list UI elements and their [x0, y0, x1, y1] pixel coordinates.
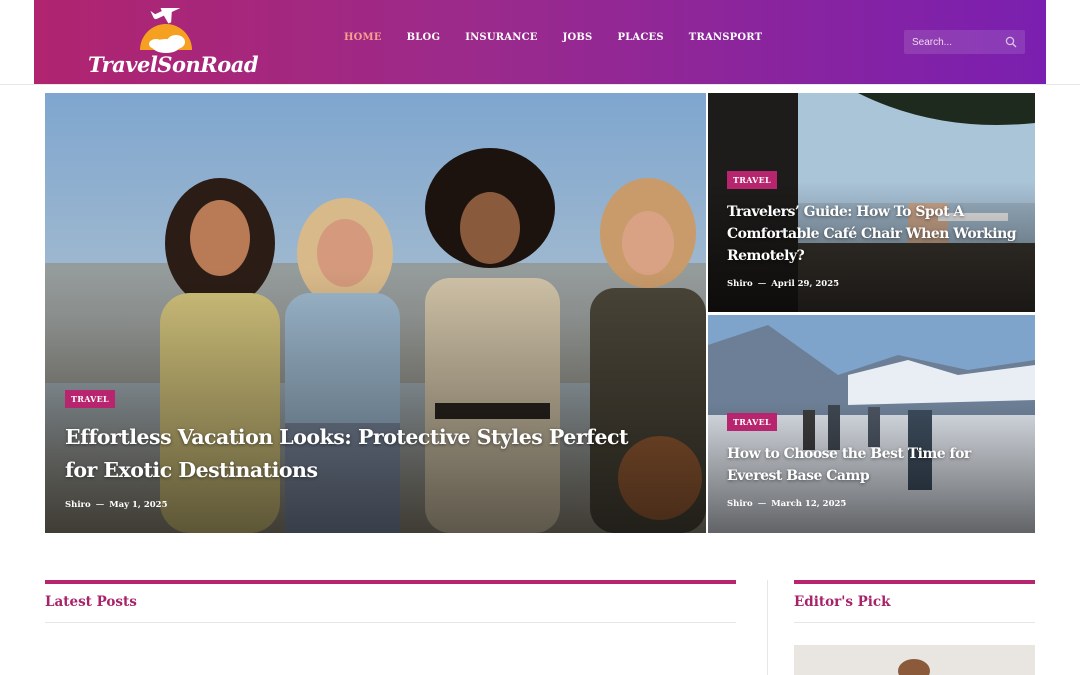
image-shade	[45, 269, 706, 533]
editors-pick-image[interactable]	[794, 645, 1035, 675]
header-bar: TravelSonRoad HOME BLOG INSURANCE JOBS P…	[34, 0, 1046, 84]
post-title[interactable]: Travelers’ Guide: How To Spot A Comforta…	[727, 201, 1027, 267]
category-badge[interactable]: TRAVEL	[727, 413, 777, 431]
site-header: TravelSonRoad HOME BLOG INSURANCE JOBS P…	[0, 0, 1080, 85]
post-title[interactable]: Effortless Vacation Looks: Protective St…	[65, 421, 665, 487]
search-input[interactable]	[912, 35, 1002, 49]
column-divider	[767, 580, 768, 675]
post-date: April 29, 2025	[771, 279, 840, 289]
post-meta: Shiro — May 1, 2025	[65, 500, 168, 510]
category-badge[interactable]: TRAVEL	[727, 171, 777, 189]
featured-post-side-bottom[interactable]: TRAVEL How to Choose the Best Time for E…	[708, 315, 1035, 533]
editors-pick-bar	[794, 580, 1035, 584]
post-date: May 1, 2025	[109, 500, 168, 510]
meta-separator: —	[757, 279, 767, 289]
meta-separator: —	[757, 499, 767, 509]
editors-pick-thumbnail	[794, 645, 1035, 675]
logo-text: TravelSonRoad	[88, 52, 259, 77]
nav-item-transport[interactable]: TRANSPORT	[689, 32, 762, 43]
divider	[794, 622, 1035, 623]
post-author[interactable]: Shiro	[65, 500, 91, 510]
post-meta: Shiro — April 29, 2025	[727, 279, 839, 289]
divider	[45, 622, 736, 623]
latest-posts-heading: Latest Posts	[45, 594, 137, 610]
featured-post-main[interactable]: TRAVEL Effortless Vacation Looks: Protec…	[45, 93, 706, 533]
editors-pick-heading: Editor's Pick	[794, 594, 891, 610]
post-date: March 12, 2025	[771, 499, 847, 509]
latest-posts-bar	[45, 580, 736, 584]
search-icon[interactable]	[1005, 36, 1017, 48]
nav-item-places[interactable]: PLACES	[617, 32, 663, 43]
nav-item-blog[interactable]: BLOG	[407, 32, 441, 43]
category-badge[interactable]: TRAVEL	[65, 390, 115, 408]
featured-post-side-top[interactable]: TRAVEL Travelers’ Guide: How To Spot A C…	[708, 93, 1035, 312]
nav-item-jobs[interactable]: JOBS	[563, 32, 593, 43]
main-nav: HOME BLOG INSURANCE JOBS PLACES TRANSPOR…	[344, 32, 787, 43]
nav-item-home[interactable]: HOME	[344, 32, 382, 43]
post-title[interactable]: How to Choose the Best Time for Everest …	[727, 443, 1027, 487]
search-box	[904, 30, 1025, 54]
nav-item-insurance[interactable]: INSURANCE	[465, 32, 537, 43]
post-meta: Shiro — March 12, 2025	[727, 499, 846, 509]
post-author[interactable]: Shiro	[727, 279, 753, 289]
site-logo[interactable]: TravelSonRoad	[84, 0, 259, 78]
post-author[interactable]: Shiro	[727, 499, 753, 509]
meta-separator: —	[95, 500, 105, 510]
